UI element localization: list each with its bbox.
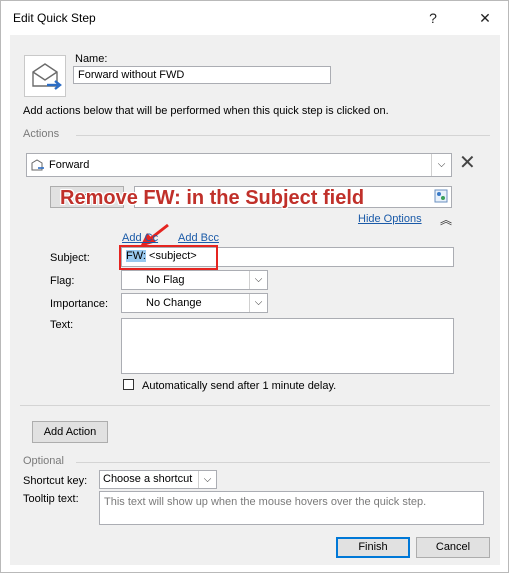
name-input[interactable]: Forward without FWD <box>73 66 331 84</box>
chevron-down-icon[interactable]: ⌵ <box>249 271 267 289</box>
annotation-text: Remove FW: in the Subject field <box>60 187 365 209</box>
close-icon[interactable]: ✕ <box>471 7 499 29</box>
auto-send-checkbox[interactable] <box>123 379 134 390</box>
action-select[interactable]: Forward ⌵ <box>26 153 452 177</box>
optional-section-label: Optional <box>23 455 64 467</box>
optional-separator <box>76 462 490 463</box>
add-action-button[interactable]: Add Action <box>32 421 108 443</box>
importance-value: No Change <box>146 297 202 309</box>
finish-button[interactable]: Finish <box>336 537 410 558</box>
chevron-down-icon[interactable]: ⌵ <box>431 154 451 176</box>
text-label: Text: <box>50 319 74 331</box>
dialog-window: Edit Quick Step ? ✕ Name: Forward withou… <box>0 0 509 573</box>
name-label: Name: <box>75 53 108 65</box>
importance-select[interactable]: No Change ⌵ <box>121 293 268 313</box>
text-area[interactable] <box>121 318 454 374</box>
cancel-button[interactable]: Cancel <box>416 537 490 558</box>
window-title: Edit Quick Step <box>13 11 96 25</box>
subject-label: Subject: <box>50 252 90 264</box>
hide-options-link[interactable]: Hide Options <box>358 213 422 225</box>
tooltip-label: Tooltip text: <box>23 493 79 505</box>
envelope-forward-icon <box>24 55 66 97</box>
flag-select[interactable]: No Flag ⌵ <box>121 270 268 290</box>
forward-icon <box>31 159 45 174</box>
actions-bottom-separator <box>20 405 490 406</box>
auto-send-label: Automatically send after 1 minute delay. <box>142 380 337 392</box>
importance-label: Importance: <box>50 298 109 310</box>
flag-value: No Flag <box>146 274 185 286</box>
collapse-icon[interactable]: ︽ <box>440 211 452 228</box>
shortcut-value: Choose a shortcut <box>103 473 193 485</box>
delete-icon[interactable]: ✕ <box>459 150 476 175</box>
chevron-down-icon[interactable]: ⌵ <box>198 471 216 488</box>
title-bar: Edit Quick Step ? ✕ <box>1 1 508 35</box>
add-cc-link[interactable]: Add Cc <box>122 232 158 244</box>
chevron-down-icon[interactable]: ⌵ <box>249 294 267 312</box>
description-text: Add actions below that will be performed… <box>23 105 389 117</box>
dialog-content: Name: Forward without FWD Add actions be… <box>10 35 500 565</box>
actions-separator <box>76 135 490 136</box>
address-book-icon[interactable] <box>434 189 448 206</box>
tooltip-input[interactable]: This text will show up when the mouse ho… <box>99 491 484 525</box>
highlight-box <box>119 245 218 270</box>
flag-label: Flag: <box>50 275 75 287</box>
add-bcc-link[interactable]: Add Bcc <box>178 232 219 244</box>
actions-section-label: Actions <box>23 128 60 140</box>
help-icon[interactable]: ? <box>419 7 447 29</box>
shortcut-select[interactable]: Choose a shortcut ⌵ <box>99 470 217 489</box>
action-value: Forward <box>49 159 90 171</box>
shortcut-label: Shortcut key: <box>23 475 88 487</box>
